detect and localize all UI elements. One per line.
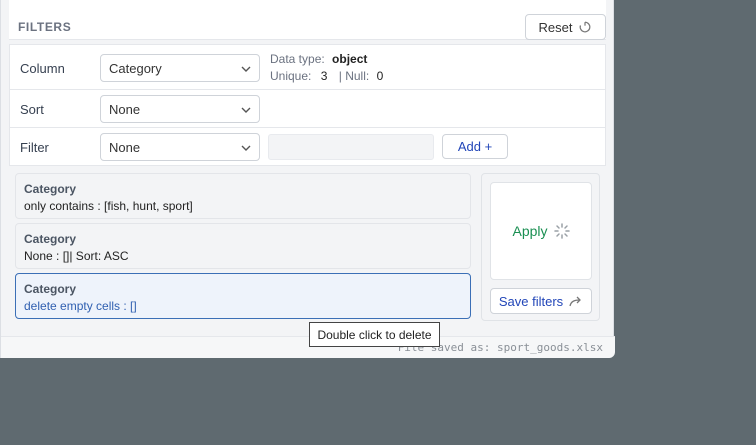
- filter-stack-detail: delete empty cells : []: [24, 299, 137, 313]
- status-bar: File saved as: sport_goods.xlsx: [1, 336, 615, 358]
- column-meta: Data type: object Unique: 3 | Null: 0: [270, 51, 383, 85]
- add-filter-button[interactable]: Add +: [442, 134, 508, 159]
- filter-stack-title: Category: [24, 182, 77, 196]
- filter-stack-title: Category: [24, 232, 77, 246]
- save-filters-label: Save filters: [498, 293, 564, 309]
- filter-label: Filter: [20, 140, 49, 155]
- null-value: 0: [376, 69, 384, 83]
- chevron-down-icon: [241, 66, 251, 72]
- unique-value: 3: [320, 69, 328, 83]
- add-filter-label: Add +: [457, 139, 493, 154]
- filters-header: FILTERS Reset: [9, 0, 606, 40]
- actions-panel: Apply Save filters: [481, 173, 600, 321]
- sort-select-value: None: [109, 102, 141, 117]
- sort-row: Sort None: [10, 90, 605, 128]
- tooltip: Double click to delete: [309, 322, 440, 347]
- filter-select[interactable]: None: [100, 133, 260, 161]
- chevron-down-icon: [241, 145, 251, 151]
- filter-select-value: None: [109, 140, 141, 155]
- apply-label: Apply: [512, 223, 548, 239]
- filter-stack-detail: only contains : [fish, hunt, sport]: [24, 199, 193, 213]
- column-select-value: Category: [109, 61, 162, 76]
- chevron-down-icon: [241, 107, 251, 113]
- reset-button[interactable]: Reset: [525, 14, 606, 40]
- share-arrow-icon: [569, 296, 582, 307]
- sort-select[interactable]: None: [100, 95, 260, 123]
- unique-label: Unique:: [270, 69, 312, 83]
- filter-stack-item-selected[interactable]: Category delete empty cells : []: [15, 273, 471, 319]
- filter-row: Filter None Add +: [10, 128, 605, 166]
- controls-section: Column Category Data type: object Unique…: [9, 44, 606, 166]
- loading-spinner-icon: [553, 223, 570, 239]
- filter-stack-item[interactable]: Category only contains : [fish, hunt, sp…: [15, 173, 471, 219]
- filter-stack-title: Category: [24, 282, 77, 296]
- filters-title: FILTERS: [18, 20, 72, 34]
- filter-stack-item[interactable]: Category None : []| Sort: ASC: [15, 223, 471, 269]
- apply-button[interactable]: Apply: [490, 182, 592, 280]
- sort-label: Sort: [20, 102, 44, 117]
- column-label: Column: [20, 61, 65, 76]
- data-type-label: Data type:: [270, 52, 325, 66]
- tooltip-text: Double click to delete: [317, 327, 432, 342]
- save-filters-button[interactable]: Save filters: [490, 288, 592, 314]
- column-select[interactable]: Category: [100, 54, 260, 82]
- filters-panel: FILTERS Reset Column Category Data type:…: [0, 0, 615, 358]
- column-row: Column Category Data type: object Unique…: [10, 45, 605, 90]
- null-label: | Null:: [338, 69, 370, 83]
- data-type-value: object: [332, 52, 368, 66]
- reset-icon: [580, 21, 591, 33]
- filter-value-input[interactable]: [268, 134, 434, 160]
- filter-stack-detail: None : []| Sort: ASC: [24, 249, 129, 263]
- reset-button-label: Reset: [538, 19, 573, 35]
